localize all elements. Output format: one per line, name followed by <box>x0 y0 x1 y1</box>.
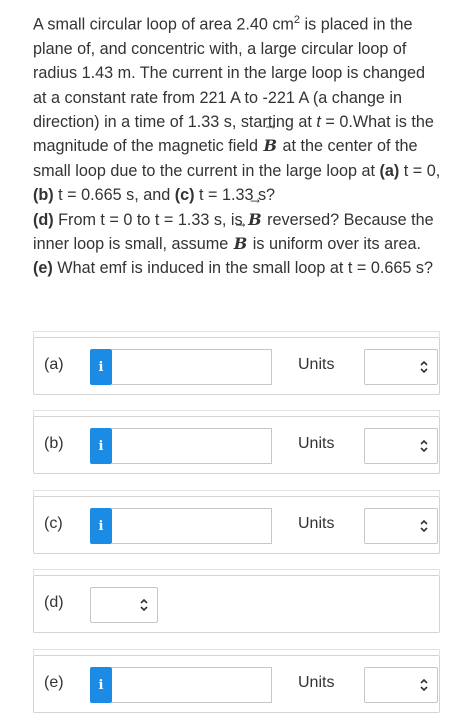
part-label: (e) <box>44 674 64 691</box>
units-select-a[interactable] <box>364 349 438 385</box>
units-select-c[interactable] <box>364 508 438 544</box>
units-label: Units <box>298 515 335 532</box>
answer-input-e[interactable] <box>112 667 272 703</box>
units-label: Units <box>298 674 335 691</box>
answer-row-a: (a) i Units <box>33 331 440 395</box>
part-label: (b) <box>44 435 64 452</box>
info-icon[interactable]: i <box>90 667 112 703</box>
info-icon[interactable]: i <box>90 508 112 544</box>
part-label: (a) <box>44 356 64 373</box>
units-select-e[interactable] <box>364 667 438 703</box>
vector-b-symbol: B <box>247 208 263 232</box>
chevron-updown-icon <box>420 439 428 453</box>
chevron-updown-icon <box>140 598 148 612</box>
answer-row-e: (e) i Units <box>33 649 440 713</box>
answer-input-a[interactable] <box>112 349 272 385</box>
vector-b-symbol: B <box>262 134 278 158</box>
info-icon[interactable]: i <box>90 349 112 385</box>
chevron-updown-icon <box>420 360 428 374</box>
answer-input-c[interactable] <box>112 508 272 544</box>
units-label: Units <box>298 356 335 373</box>
answer-row-d: (d) <box>33 569 440 633</box>
vector-b-symbol: B <box>233 232 249 256</box>
part-label: (d) <box>44 594 64 611</box>
answer-row-b: (b) i Units <box>33 410 440 474</box>
units-select-b[interactable] <box>364 428 438 464</box>
reversed-select-d[interactable] <box>90 587 158 623</box>
chevron-updown-icon <box>420 519 428 533</box>
question-text: A small circular loop of area 2.40 cm2 i… <box>33 8 443 281</box>
answer-row-c: (c) i Units <box>33 490 440 554</box>
part-label: (c) <box>44 515 63 532</box>
units-label: Units <box>298 435 335 452</box>
info-icon[interactable]: i <box>90 428 112 464</box>
answer-input-b[interactable] <box>112 428 272 464</box>
chevron-updown-icon <box>420 678 428 692</box>
